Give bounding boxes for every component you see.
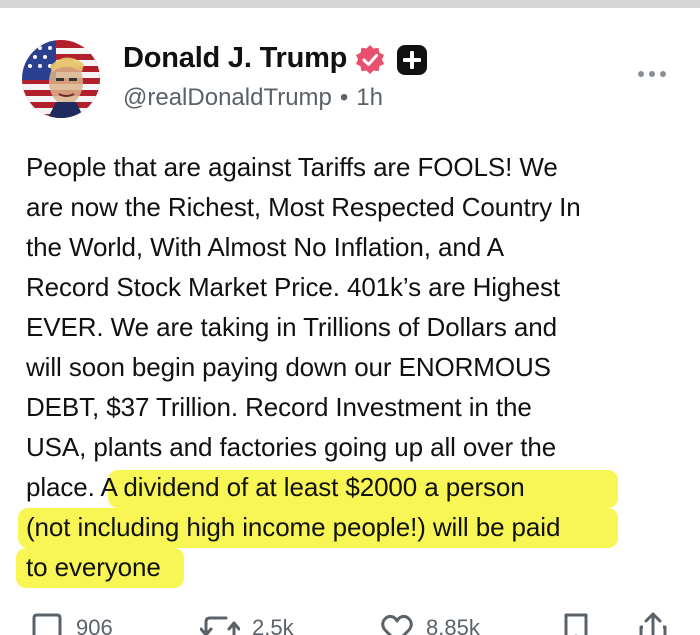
repost-button[interactable]: 2.5k (200, 612, 294, 635)
action-bar: 906 2.5k 8.85k (0, 612, 700, 635)
plus-badge-icon (397, 45, 427, 75)
body-line: are now the Richest, Most Respected Coun… (26, 192, 581, 222)
reply-button[interactable]: 906 (30, 612, 113, 635)
repost-icon (200, 616, 240, 635)
body-line: place. A dividend of at least $2000 a pe… (26, 467, 686, 507)
body-line: Record Stock Market Price. 401k’s are Hi… (26, 272, 561, 302)
verified-badge-icon (354, 44, 386, 76)
reply-count: 906 (76, 615, 113, 635)
heart-icon (381, 614, 413, 635)
highlighted-text: (not including high income people!) will… (26, 512, 561, 542)
more-options-icon[interactable] (634, 64, 670, 84)
highlighted-text: A dividend of at least $2000 a person (100, 472, 525, 502)
handle-row: @realDonaldTrump • 1h (123, 84, 383, 112)
body-text: place. (26, 472, 101, 502)
body-line: People that are against Tariffs are FOOL… (26, 152, 558, 182)
reply-icon (32, 613, 62, 635)
body-line: will soon begin paying down our ENORMOUS (26, 352, 551, 382)
handle[interactable]: @realDonaldTrump (123, 84, 332, 111)
share-icon (639, 612, 667, 635)
top-divider (0, 0, 700, 8)
bookmark-button[interactable] (563, 612, 589, 635)
post-card: Donald J. Trump @realDonaldTrump • 1h Peop… (0, 0, 700, 635)
body-line: the World, With Almost No Inflation, and… (26, 232, 504, 262)
timestamp[interactable]: 1h (356, 84, 383, 111)
like-count: 8.85k (426, 615, 480, 635)
bookmark-icon (564, 613, 588, 635)
avatar-image (22, 40, 100, 118)
body-line: EVER. We are taking in Trillions of Doll… (26, 312, 557, 342)
display-name[interactable]: Donald J. Trump (123, 42, 347, 75)
separator-dot: • (339, 84, 349, 111)
body-line: USA, plants and factories going up all o… (26, 432, 557, 462)
share-button[interactable] (638, 612, 668, 635)
highlighted-text: to everyone (26, 552, 161, 582)
avatar[interactable] (22, 40, 100, 118)
post-body: People that are against Tariffs are FOOL… (16, 147, 686, 588)
repost-count: 2.5k (252, 615, 294, 635)
body-line: DEBT, $37 Trillion. Record Investment in… (26, 392, 532, 422)
like-button[interactable]: 8.85k (380, 612, 480, 635)
